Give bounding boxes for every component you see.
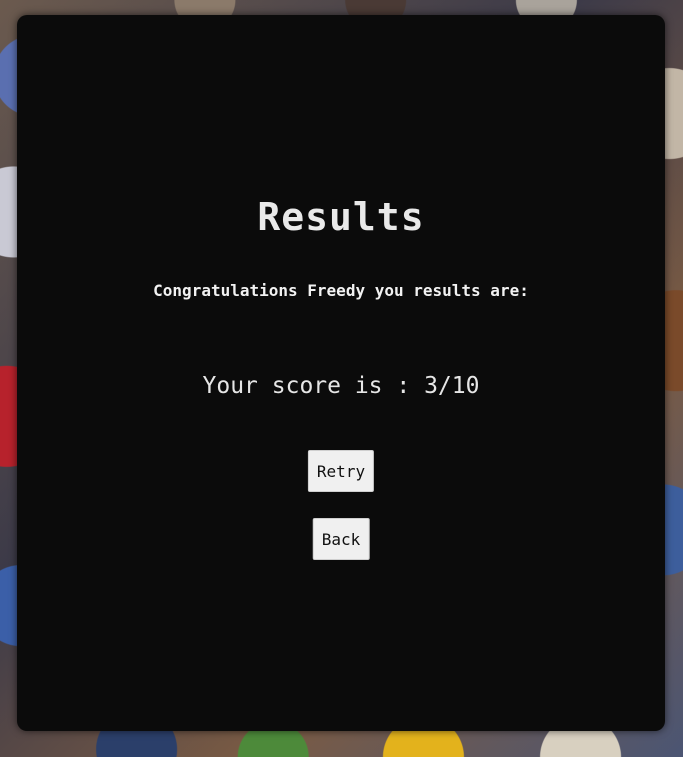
retry-button[interactable]: Retry (307, 450, 375, 492)
results-title: Results (257, 195, 425, 239)
congratulations-message: Congratulations Freedy you results are: (153, 281, 529, 300)
score-text: Your score is : 3/10 (202, 373, 480, 399)
results-card: Results Congratulations Freedy you resul… (17, 15, 665, 731)
back-button[interactable]: Back (312, 518, 370, 560)
